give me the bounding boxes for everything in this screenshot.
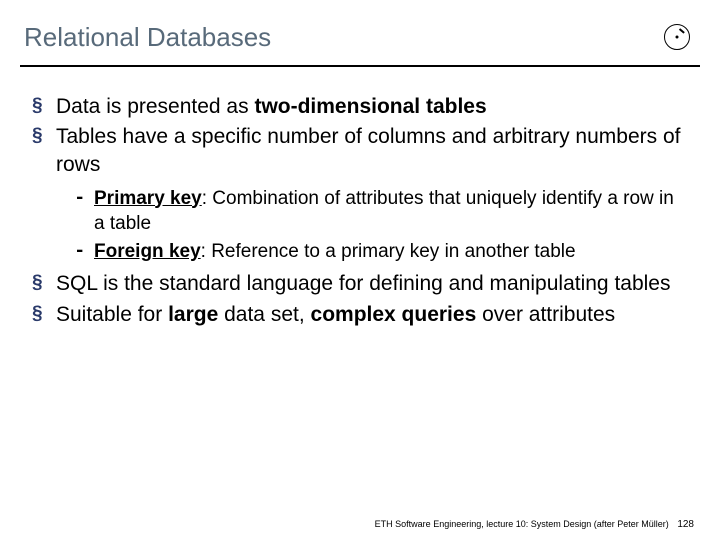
bullet-1-pre: Data is presented as bbox=[56, 95, 254, 118]
bullet-2-text: Tables have a specific number of columns… bbox=[56, 125, 680, 176]
eth-logo-icon bbox=[664, 24, 690, 50]
sub-bullet-2: Foreign key: Reference to a primary key … bbox=[56, 239, 688, 265]
b4-c: data set, bbox=[218, 303, 310, 326]
sub-2-rest: : Reference to a primary key in another … bbox=[201, 241, 576, 262]
page-number: 128 bbox=[677, 519, 694, 530]
b4-d: complex queries bbox=[311, 303, 477, 326]
sub-bullet-1: Primary key: Combination of attributes t… bbox=[56, 186, 688, 237]
sub-2-key: Foreign key bbox=[94, 241, 201, 262]
bullet-1: Data is presented as two-dimensional tab… bbox=[32, 93, 688, 121]
b4-a: Suitable for bbox=[56, 303, 168, 326]
bullet-1-bold: two-dimensional tables bbox=[254, 95, 486, 118]
bullet-3: SQL is the standard language for definin… bbox=[32, 270, 688, 298]
footer-text: ETH Software Engineering, lecture 10: Sy… bbox=[375, 519, 669, 529]
b4-b: large bbox=[168, 303, 218, 326]
bullet-4: Suitable for large data set, complex que… bbox=[32, 301, 688, 329]
bullet-2: Tables have a specific number of columns… bbox=[32, 123, 688, 265]
slide-footer: ETH Software Engineering, lecture 10: Sy… bbox=[375, 519, 694, 530]
sub-1-key: Primary key bbox=[94, 188, 202, 209]
b4-e: over attributes bbox=[476, 303, 615, 326]
slide-title: Relational Databases bbox=[24, 22, 271, 53]
slide-body: Data is presented as two-dimensional tab… bbox=[0, 67, 720, 330]
